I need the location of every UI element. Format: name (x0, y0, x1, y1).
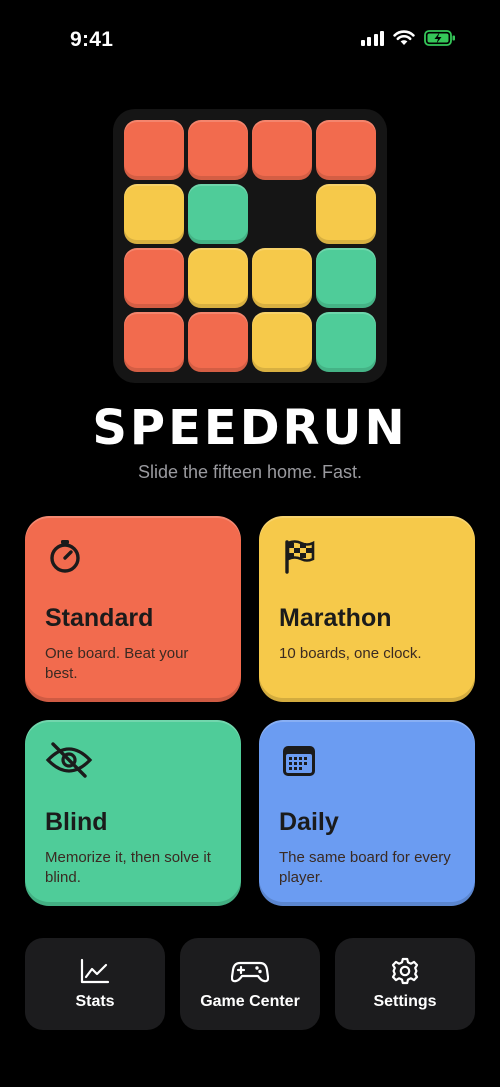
stats-label: Stats (75, 993, 115, 1010)
logo-tile (188, 184, 248, 244)
mode-title: Standard (45, 604, 154, 632)
logo-tile (252, 120, 312, 180)
calendar-icon (283, 746, 315, 776)
logo-tile (252, 312, 312, 372)
chart-icon (80, 958, 110, 984)
mode-description: 10 boards, one clock. (279, 645, 422, 662)
mode-description: Memorize it, then solve it blind. (45, 849, 211, 886)
mode-description: The same board for every player. (279, 849, 451, 886)
logo-tile (316, 248, 376, 308)
mode-title: Blind (45, 808, 108, 836)
logo-tile (124, 248, 184, 308)
game-center-label: Game Center (200, 993, 300, 1010)
mode-card-marathon[interactable]: Marathon 10 boards, one clock. (259, 516, 475, 702)
logo-tile (316, 184, 376, 244)
battery-charging-icon (424, 30, 455, 46)
logo-tile (316, 120, 376, 180)
app-title: SPEEDRUN (92, 400, 408, 456)
logo-tile (124, 184, 184, 244)
logo-tile (124, 120, 184, 180)
stopwatch-icon (50, 540, 80, 573)
gear-icon (391, 957, 419, 985)
mode-card-standard[interactable]: Standard One board. Beat your best. (25, 516, 241, 702)
logo-tile (188, 248, 248, 308)
logo-tile (188, 120, 248, 180)
status-icons (360, 30, 457, 46)
logo-tile (124, 312, 184, 372)
mode-description: One board. Beat your best. (45, 645, 189, 682)
logo-tile (252, 248, 312, 308)
checkered-flag-icon (285, 540, 315, 574)
game-center-button[interactable]: Game Center (180, 938, 320, 1030)
mode-card-daily[interactable]: Daily The same board for every player. (259, 720, 475, 906)
settings-button[interactable]: Settings (335, 938, 475, 1030)
logo-tile (188, 312, 248, 372)
status-bar: 9:41 (0, 0, 500, 80)
wifi-icon (393, 30, 415, 45)
status-time: 9:41 (70, 28, 114, 51)
mode-title: Daily (279, 808, 339, 836)
stats-button[interactable]: Stats (25, 938, 165, 1030)
cellular-signal-icon (360, 30, 384, 46)
app-tagline: Slide the fifteen home. Fast. (137, 462, 363, 482)
gamepad-icon (231, 961, 269, 983)
mode-title: Marathon (279, 604, 392, 632)
mode-card-blind[interactable]: Blind Memorize it, then solve it blind. (25, 720, 241, 906)
eye-slash-icon (45, 742, 93, 778)
logo-tile (316, 312, 376, 372)
settings-label: Settings (373, 993, 437, 1010)
logo-tile-board (113, 109, 387, 383)
